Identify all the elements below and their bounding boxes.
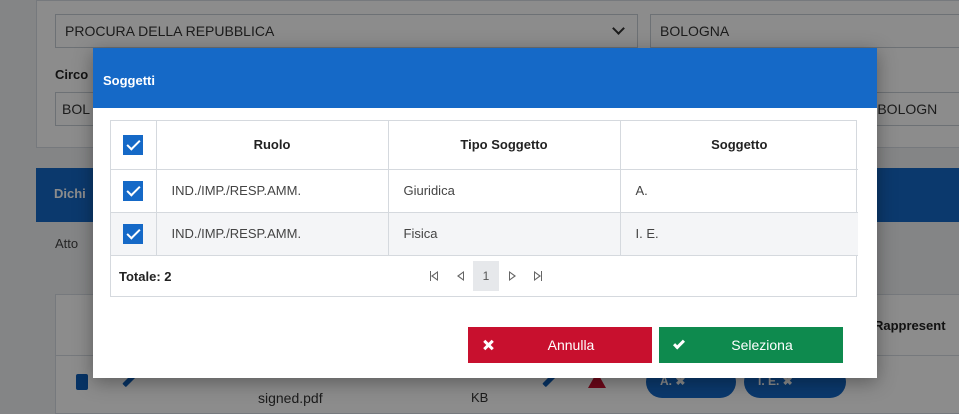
modal-title: Soggetti — [103, 73, 155, 88]
cell-tipo-soggetto: Fisica — [388, 212, 621, 256]
pagination: 1 — [421, 260, 551, 291]
table-row[interactable]: IND./IMP./RESP.AMM. Fisica I. E. — [111, 212, 858, 256]
prev-page-icon — [456, 270, 464, 281]
next-page-button[interactable] — [499, 261, 525, 291]
column-header-soggetto[interactable]: Soggetto — [620, 121, 858, 170]
table-row[interactable]: IND./IMP./RESP.AMM. Giuridica A. — [111, 169, 858, 213]
total-count: Totale: 2 — [119, 268, 172, 284]
cell-ruolo: IND./IMP./RESP.AMM. — [156, 169, 389, 213]
checkmark-icon — [672, 336, 686, 350]
select-button-label: Seleziona — [731, 337, 793, 353]
modal-header: Soggetti — [93, 48, 877, 108]
prev-page-button[interactable] — [447, 261, 473, 291]
soggetti-modal: Soggetti Ruolo Tipo Soggetto Soggetto IN… — [93, 48, 877, 378]
cancel-button-label: Annulla — [547, 337, 595, 353]
row-checkbox[interactable] — [122, 223, 143, 244]
cell-soggetto: I. E. — [620, 212, 858, 256]
grid-header-row: Ruolo Tipo Soggetto Soggetto — [111, 121, 858, 170]
first-page-button[interactable] — [421, 261, 447, 291]
cell-tipo-soggetto: Giuridica — [388, 169, 621, 213]
select-all-checkbox[interactable] — [122, 134, 143, 155]
last-page-icon — [534, 270, 542, 281]
page-number-current[interactable]: 1 — [473, 260, 499, 291]
soggetti-grid: Ruolo Tipo Soggetto Soggetto IND./IMP./R… — [110, 120, 858, 297]
cell-soggetto: A. — [620, 169, 858, 213]
close-icon — [483, 340, 493, 350]
column-header-tipo-soggetto[interactable]: Tipo Soggetto — [388, 121, 621, 170]
first-page-icon — [430, 270, 438, 281]
select-button[interactable]: Seleziona — [659, 327, 843, 363]
select-all-cell — [111, 121, 157, 170]
row-checkbox[interactable] — [122, 180, 143, 201]
grid-footer: Totale: 2 1 — [111, 255, 856, 296]
next-page-icon — [508, 270, 516, 281]
column-header-ruolo[interactable]: Ruolo — [156, 121, 389, 170]
last-page-button[interactable] — [525, 261, 551, 291]
row-select-cell — [111, 212, 157, 256]
cell-ruolo: IND./IMP./RESP.AMM. — [156, 212, 389, 256]
row-select-cell — [111, 169, 157, 213]
cancel-button[interactable]: Annulla — [468, 327, 652, 363]
